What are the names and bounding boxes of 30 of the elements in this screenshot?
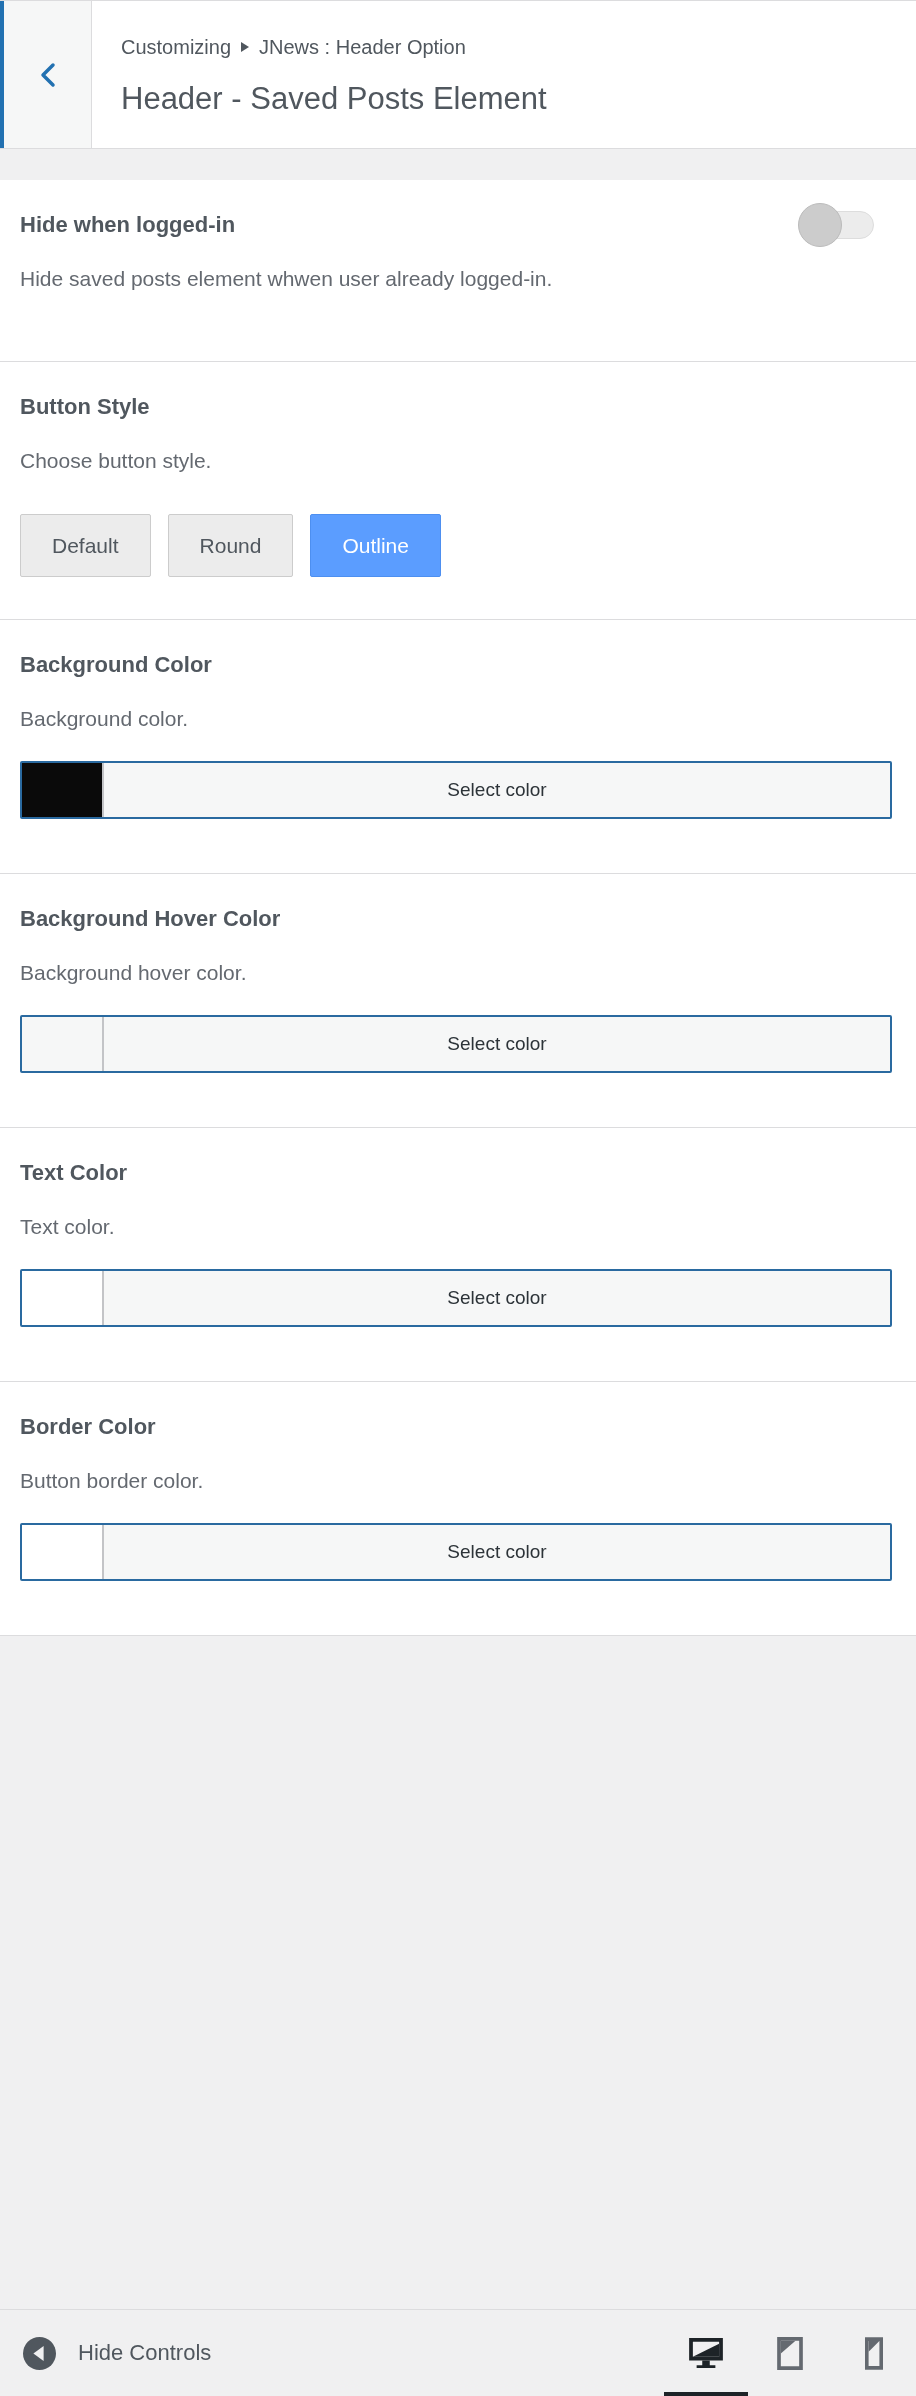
back-button[interactable] xyxy=(0,1,92,148)
setting-description: Button border color. xyxy=(20,1468,204,1494)
style-option-button[interactable]: Round xyxy=(167,514,294,577)
toggle-switch[interactable] xyxy=(798,203,876,247)
color-picker-button[interactable]: Select color xyxy=(20,761,892,819)
setting-description: Choose button style. xyxy=(20,448,212,474)
desktop-icon xyxy=(689,2338,723,2368)
left-arrow-circle-icon xyxy=(23,2336,56,2370)
setting-title: Background Hover Color xyxy=(20,905,281,933)
setting-description: Hide saved posts element whwen user already logged-in. xyxy=(20,266,553,292)
color-picker-button[interactable]: Select color xyxy=(20,1015,892,1073)
page-title: Header - Saved Posts Element xyxy=(121,81,547,117)
color-picker-button[interactable]: Select color xyxy=(20,1269,892,1327)
setting-title: Button Style xyxy=(20,393,150,421)
setting-title: Background Color xyxy=(20,651,212,679)
mobile-icon xyxy=(865,2336,883,2370)
setting-description: Background color. xyxy=(20,706,189,732)
setting-description: Background hover color. xyxy=(20,960,247,986)
setting-description: Text color. xyxy=(20,1214,115,1240)
chevron-left-icon xyxy=(38,61,57,88)
hide-controls-button[interactable]: Hide Controls xyxy=(23,2336,212,2370)
tablet-icon xyxy=(777,2336,803,2370)
triangle-icon xyxy=(241,42,250,52)
setting-title: Text Color xyxy=(20,1159,128,1187)
breadcrumb-text: JNews : Header Option xyxy=(259,35,466,60)
color-picker-button[interactable]: Select color xyxy=(20,1523,892,1581)
breadcrumb-text: Customizing xyxy=(121,35,232,60)
setting-title: Hide when logged-in xyxy=(20,211,236,239)
style-option-button[interactable]: Default xyxy=(20,514,151,577)
setting-title: Border Color xyxy=(20,1413,156,1441)
